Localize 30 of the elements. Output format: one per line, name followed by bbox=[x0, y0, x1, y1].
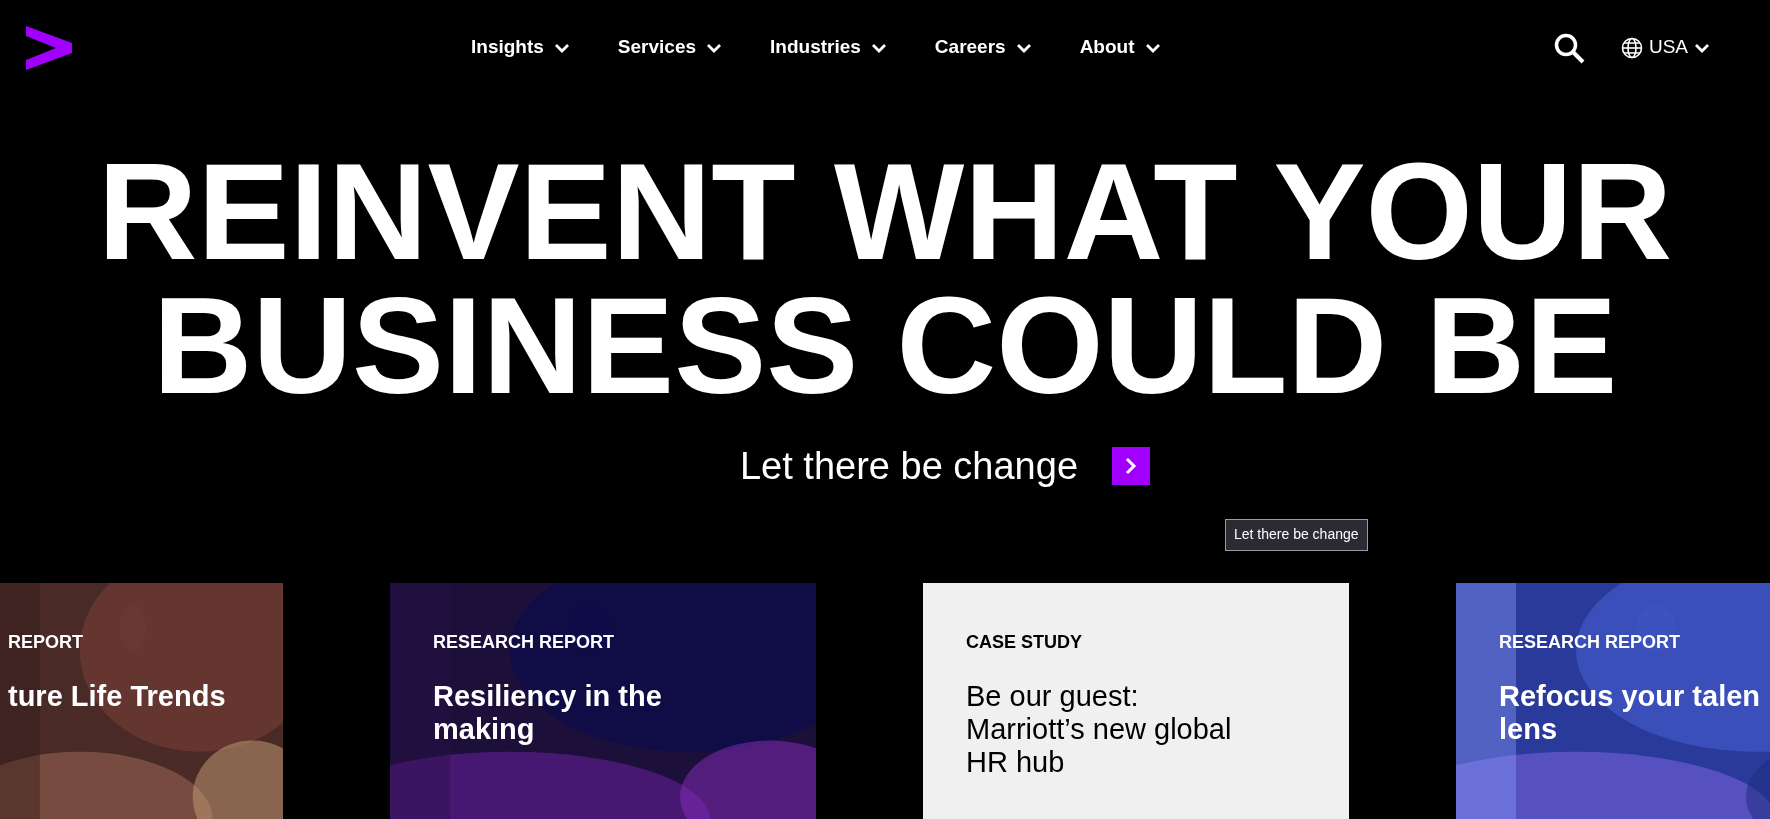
logo-icon[interactable] bbox=[26, 25, 72, 70]
nav-menu-item[interactable]: Services bbox=[617, 33, 723, 62]
chevron-icon bbox=[1015, 42, 1032, 53]
headline: REINVENT WHAT YOUR bbox=[97, 147, 1673, 276]
region-selector[interactable]: USA bbox=[1620, 33, 1710, 62]
card-category: REPORT bbox=[8, 630, 84, 654]
card-category: RESEARCH REPORT bbox=[433, 630, 616, 654]
chevron-icon bbox=[1694, 42, 1710, 53]
chevron-icon bbox=[1124, 457, 1139, 476]
card-category: CASE STUDY bbox=[966, 630, 1083, 654]
tooltip: Let there be change bbox=[1225, 518, 1368, 551]
chevron-icon bbox=[706, 42, 723, 53]
tagline-link[interactable]: Let there be change bbox=[739, 437, 1079, 495]
card-title[interactable]: Resiliency in the making bbox=[433, 679, 773, 747]
nav-menu-item[interactable]: Insights bbox=[471, 33, 570, 62]
card-title[interactable]: Refocus your talen lens bbox=[1499, 679, 1770, 747]
card-category: RESEARCH REPORT bbox=[1499, 630, 1682, 654]
chevron-icon bbox=[1144, 42, 1161, 53]
next-button[interactable] bbox=[1112, 447, 1151, 486]
card-background[interactable]: CASE STUDY Be our guest: Marriott’s new global HR hub bbox=[923, 582, 1349, 819]
nav-menu-item[interactable]: Careers bbox=[934, 33, 1032, 62]
chevron-icon bbox=[870, 42, 887, 53]
nav-menu-item[interactable]: Industries bbox=[770, 33, 887, 62]
chevron-icon bbox=[553, 42, 570, 53]
headline: BUSINESS COULD BE bbox=[152, 281, 1618, 410]
search-icon[interactable] bbox=[1552, 31, 1585, 64]
card-title[interactable]: ture Life Trends bbox=[8, 679, 283, 713]
nav-menu-item[interactable]: About bbox=[1079, 33, 1161, 62]
card-title[interactable]: Be our guest: Marriott’s new global HR hub bbox=[966, 679, 1306, 780]
globe-icon bbox=[1620, 36, 1643, 59]
